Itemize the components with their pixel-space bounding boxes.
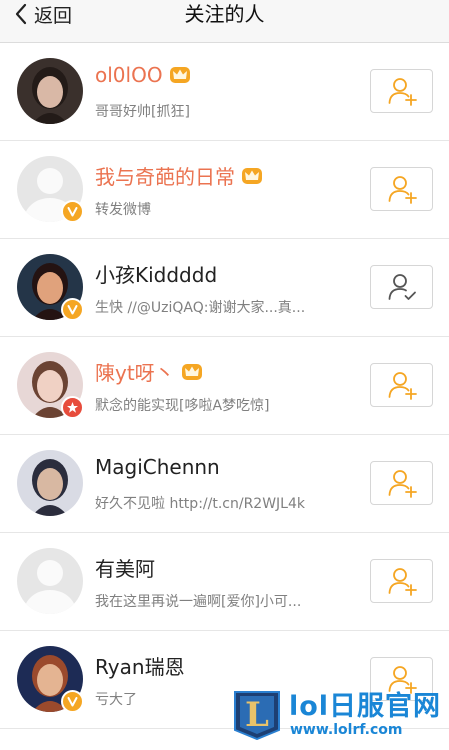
user-name-line: Ryan瑞恩 [95, 651, 185, 680]
navigation-bar: 返回 关注的人 [0, 0, 449, 43]
page-title: 关注的人 [184, 2, 265, 26]
user-add-icon [387, 76, 417, 106]
user-name-line: 有美阿 [95, 553, 155, 582]
lol-logo-icon: L [234, 691, 280, 740]
list-item[interactable]: 有美阿我在这里再说一遍啊[爱你]小可... [0, 533, 449, 631]
watermark: L lol日服官网 www.lolrf.com [232, 684, 449, 750]
user-name-line: MagiChennn [95, 455, 220, 479]
user-description: 亏大了 [95, 692, 137, 708]
following-list: ol0lOO 哥哥好帅[抓狂] 我与奇葩的日常转发微博小孩Kiddddd 生快 //@… [0, 43, 449, 729]
avatar[interactable] [17, 58, 83, 124]
user-name[interactable]: 陳yt呀丶 [95, 357, 175, 386]
user-name[interactable]: Ryan瑞恩 [95, 651, 185, 680]
follow-button[interactable] [370, 69, 433, 113]
user-description: 哥哥好帅[抓狂] [95, 104, 190, 120]
avatar-image [17, 450, 83, 516]
user-name[interactable]: 小孩Kiddddd [95, 259, 217, 288]
user-check-icon [387, 272, 417, 302]
user-name[interactable]: ol0lOO [95, 63, 163, 87]
user-name-line: 小孩Kiddddd [95, 259, 217, 288]
user-description: 转发微博 [95, 202, 151, 218]
follow-button[interactable] [370, 363, 433, 407]
list-item[interactable]: MagiChennn 好久不见啦 http://t.cn/R2WJL4k [0, 435, 449, 533]
vip-crown-icon [181, 363, 203, 381]
list-item[interactable]: 我与奇葩的日常转发微博 [0, 141, 449, 239]
list-item[interactable]: 小孩Kiddddd 生快 //@UziQAQ:谢谢大家...真... [0, 239, 449, 337]
user-name[interactable]: 我与奇葩的日常 [95, 161, 235, 190]
list-item[interactable]: ol0lOO 哥哥好帅[抓狂] [0, 43, 449, 141]
user-description: 生快 //@UziQAQ:谢谢大家...真... [95, 300, 306, 316]
watermark-title: lol日服官网 [289, 691, 442, 722]
avatar-image [17, 548, 83, 614]
user-description: 默念的能实现[哆啦A梦吃惊] [95, 398, 270, 414]
user-name-line: ol0lOO [95, 63, 191, 87]
user-add-icon [387, 468, 417, 498]
star-badge-icon [61, 396, 84, 419]
user-name-line: 我与奇葩的日常 [95, 161, 263, 190]
avatar[interactable] [17, 450, 83, 516]
vip-crown-icon [169, 66, 191, 84]
avatar[interactable] [17, 352, 84, 419]
avatar-image [17, 58, 83, 124]
lol-logo-letter: L [245, 695, 269, 735]
user-name-line: 陳yt呀丶 [95, 357, 203, 386]
follow-button[interactable] [370, 559, 433, 603]
user-name[interactable]: 有美阿 [95, 553, 155, 582]
list-item[interactable]: 陳yt呀丶默念的能实现[哆啦A梦吃惊] [0, 337, 449, 435]
user-add-icon [387, 174, 417, 204]
follow-button[interactable] [370, 167, 433, 211]
follow-button[interactable] [370, 461, 433, 505]
following-button[interactable] [370, 265, 433, 309]
user-add-icon [387, 370, 417, 400]
user-description: 我在这里再说一遍啊[爱你]小可... [95, 594, 302, 610]
avatar[interactable] [17, 156, 84, 223]
user-description: 好久不见啦 http://t.cn/R2WJL4k [95, 496, 305, 512]
avatar[interactable] [17, 548, 83, 614]
verified-badge-icon [61, 200, 84, 223]
avatar[interactable] [17, 646, 84, 713]
user-add-icon [387, 566, 417, 596]
verified-badge-icon [61, 690, 84, 713]
watermark-url: www.lolrf.com [290, 722, 403, 738]
avatar[interactable] [17, 254, 84, 321]
vip-crown-icon [241, 167, 263, 185]
verified-badge-icon [61, 298, 84, 321]
user-name[interactable]: MagiChennn [95, 455, 220, 479]
